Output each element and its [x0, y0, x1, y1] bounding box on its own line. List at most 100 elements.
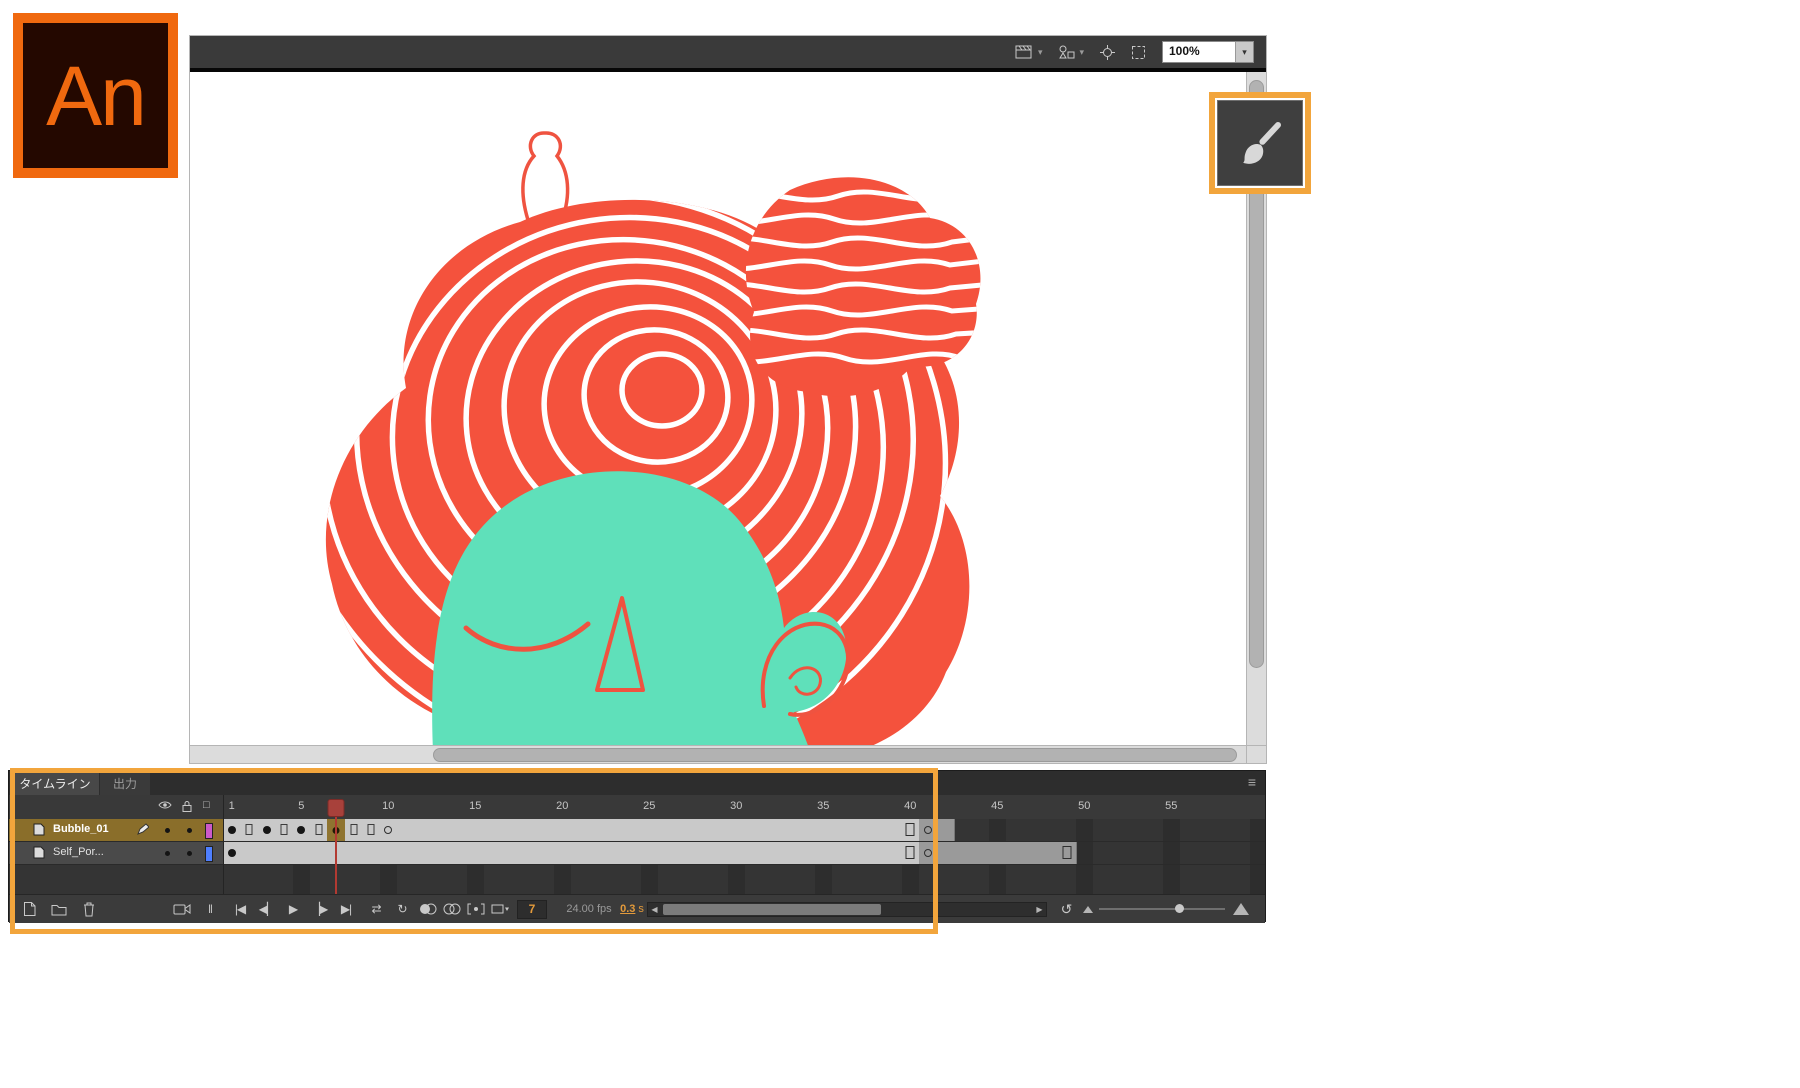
frame-marker[interactable]	[367, 824, 374, 835]
playhead-handle[interactable]	[328, 799, 345, 817]
delete-layer-button[interactable]	[77, 895, 101, 923]
center-frame-button[interactable]: ⇄	[365, 895, 387, 923]
timeline-panel: タイムライン 出力 ≡ □ 1510152025303540455055 Bub…	[8, 770, 1266, 922]
timeline-zoom-slider-thumb[interactable]	[1175, 904, 1184, 913]
timeline-layer-row[interactable]: Self_Por...	[9, 842, 1265, 865]
timeline-layer-row[interactable]: Bubble_01	[9, 819, 1265, 842]
timeline-scroll-left-icon[interactable]: ◀	[648, 903, 661, 916]
edit-scene-icon[interactable]: ▾	[1015, 45, 1043, 60]
play-button[interactable]: ▶	[281, 895, 305, 923]
stage-zoom-caret-icon[interactable]: ▾	[1235, 42, 1253, 62]
timeline-zoom-in-icon[interactable]	[1231, 895, 1251, 923]
layer-visibility-dot[interactable]	[165, 828, 170, 833]
ruler-frame-number: 40	[904, 800, 916, 812]
tab-output[interactable]: 出力	[100, 773, 150, 795]
frame-rate-label[interactable]: 24.00 fps	[557, 895, 621, 923]
new-folder-button[interactable]	[47, 895, 71, 923]
elapsed-time-value[interactable]: 0.3	[620, 903, 635, 915]
ruler-frame-number: 45	[991, 800, 1003, 812]
horizontal-scroll-thumb[interactable]	[433, 748, 1238, 762]
frame-marker[interactable]	[263, 826, 271, 834]
edit-symbols-caret-icon: ▾	[1079, 47, 1084, 58]
edit-multiple-frames-button[interactable]	[465, 895, 487, 923]
layer-page-icon	[33, 846, 45, 862]
edit-symbols-icon[interactable]: ▾	[1058, 45, 1084, 59]
elapsed-time-label: 0.3 s	[615, 895, 649, 923]
step-back-button[interactable]: ◀▏	[255, 895, 279, 923]
stage-zoom-select[interactable]: 100% ▾	[1162, 41, 1254, 63]
clip-content-icon[interactable]	[1131, 45, 1146, 60]
brush-tool-button[interactable]	[1217, 100, 1303, 186]
playhead-line[interactable]	[335, 811, 337, 894]
frame-marker[interactable]	[384, 826, 392, 834]
tab-timeline[interactable]: タイムライン	[11, 773, 99, 795]
modify-markers-button[interactable]	[489, 895, 511, 923]
layer-panel-divider[interactable]	[223, 795, 224, 894]
frame-marker[interactable]	[906, 823, 915, 836]
self-portrait-artwork	[190, 72, 1246, 745]
last-frame-button[interactable]: ▶|	[333, 895, 359, 923]
camera-icon[interactable]	[169, 895, 195, 923]
layer-name[interactable]: Self_Por...	[53, 846, 104, 858]
ruler-frame-number: 35	[817, 800, 829, 812]
frame-marker[interactable]	[228, 826, 236, 834]
frame-span[interactable]	[919, 842, 1077, 864]
brush-tool-highlight-box	[1209, 92, 1311, 194]
layer-lock-dot[interactable]	[187, 828, 192, 833]
stage-window: ▾ ▾ 100% ▾	[190, 36, 1266, 763]
ruler-frame-number: 25	[643, 800, 655, 812]
timeline-ruler[interactable]: □ 1510152025303540455055	[9, 795, 1265, 820]
brush-icon	[1236, 119, 1284, 167]
outline-view-all-layers-icon[interactable]: □	[203, 799, 210, 811]
adobe-animate-logo-text: An	[46, 54, 145, 138]
layer-item[interactable]: Bubble_01	[9, 819, 223, 841]
edit-scene-caret-icon: ▾	[1038, 47, 1043, 58]
ruler-frame-number: 10	[382, 800, 394, 812]
timeline-zoom-slider[interactable]	[1099, 908, 1225, 910]
frame-marker[interactable]	[280, 824, 287, 835]
stage-horizontal-scrollbar[interactable]	[190, 745, 1246, 763]
new-layer-button[interactable]	[17, 895, 41, 923]
lock-unlock-all-layers-icon[interactable]	[182, 800, 192, 816]
layer-editing-pencil-icon	[137, 823, 149, 838]
timeline-tab-bar: タイムライン 出力 ≡	[9, 771, 1265, 795]
frame-marker[interactable]	[906, 846, 915, 859]
layer-outline-color-swatch[interactable]	[205, 823, 213, 839]
scrollbar-corner	[1246, 745, 1266, 763]
frame-marker[interactable]	[246, 824, 253, 835]
stage-canvas[interactable]	[190, 72, 1246, 745]
panel-menu-icon[interactable]: ≡	[1248, 774, 1256, 790]
layer-visibility-dot[interactable]	[165, 851, 170, 856]
step-forward-button[interactable]: ▕▶	[307, 895, 331, 923]
stage-toolbar: ▾ ▾ 100% ▾	[190, 36, 1266, 72]
timeline-frames-area[interactable]: Bubble_01 Self_Por...	[9, 819, 1265, 894]
timeline-zoom-out-icon[interactable]	[1081, 895, 1095, 923]
layer-item[interactable]: Self_Por...	[9, 842, 223, 864]
onion-skin-outlines-button[interactable]	[441, 895, 463, 923]
layer-outline-color-swatch[interactable]	[205, 846, 213, 862]
topknot-outline	[523, 133, 568, 220]
frame-marker[interactable]	[924, 849, 932, 857]
timeline-horizontal-scrollbar[interactable]: ◀ ▶	[647, 902, 1047, 917]
adobe-animate-logo: An	[13, 13, 178, 178]
frame-marker[interactable]	[1062, 846, 1071, 859]
onion-skin-button[interactable]	[417, 895, 439, 923]
parent-view-icon[interactable]: ‖	[201, 895, 219, 923]
timeline-scroll-right-icon[interactable]: ▶	[1033, 903, 1046, 916]
current-frame-indicator[interactable]: 7	[517, 900, 547, 919]
ruler-frame-number: 15	[469, 800, 481, 812]
frame-marker[interactable]	[315, 824, 322, 835]
frame-marker[interactable]	[297, 826, 305, 834]
layer-name[interactable]: Bubble_01	[53, 823, 109, 835]
loop-playback-button[interactable]: ↻	[391, 895, 413, 923]
timeline-scroll-thumb[interactable]	[663, 904, 881, 915]
layer-lock-dot[interactable]	[187, 851, 192, 856]
center-stage-icon[interactable]	[1100, 45, 1115, 60]
first-frame-button[interactable]: |◀	[227, 895, 253, 923]
frame-marker[interactable]	[350, 824, 357, 835]
frame-marker[interactable]	[228, 849, 236, 857]
frame-span[interactable]	[223, 842, 920, 864]
reset-timeline-zoom-button[interactable]: ↺	[1055, 895, 1077, 923]
frame-marker[interactable]	[924, 826, 932, 834]
show-hide-all-layers-icon[interactable]	[158, 800, 172, 813]
